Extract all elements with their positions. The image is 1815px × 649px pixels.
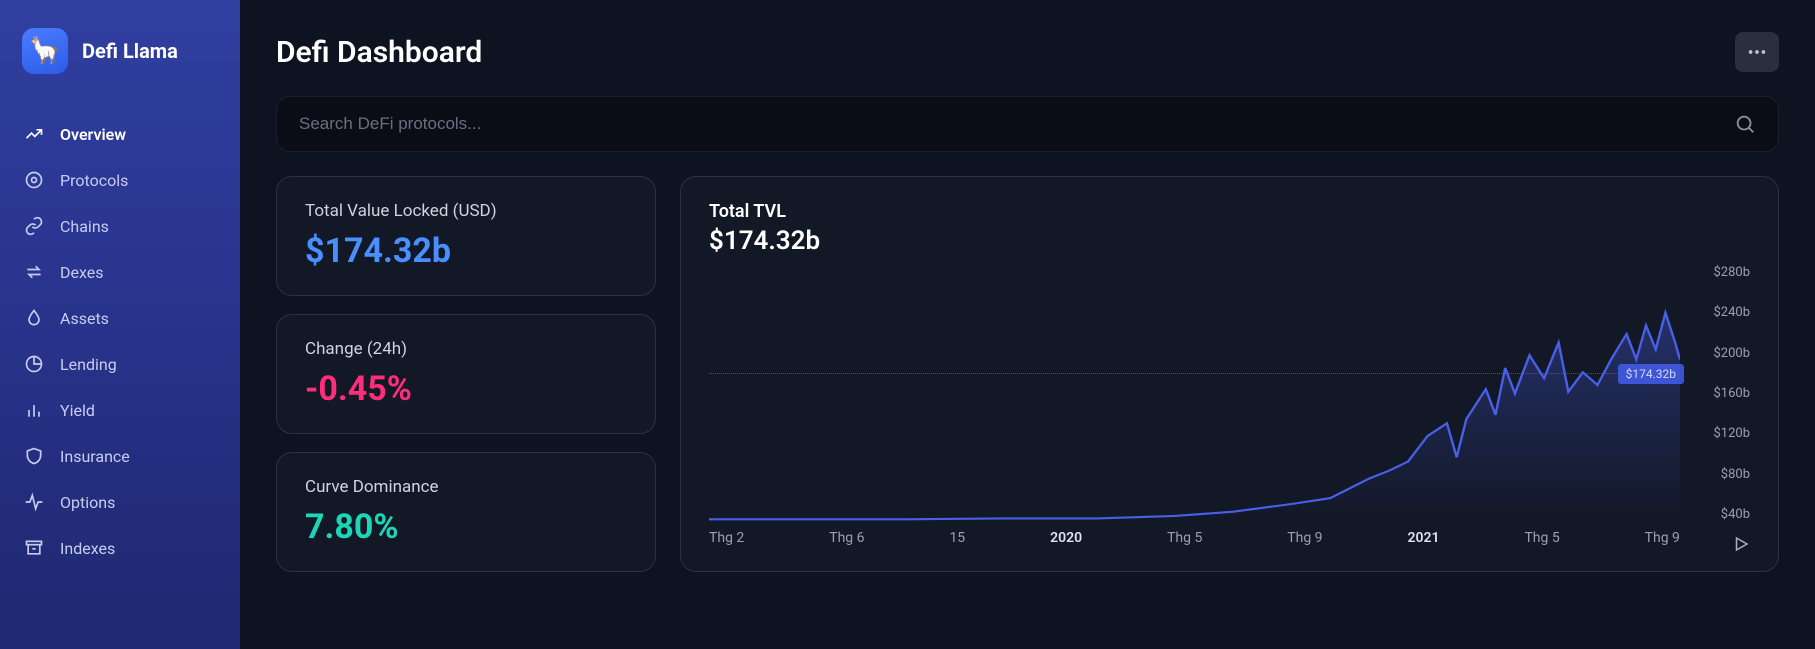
archive-icon	[24, 538, 44, 558]
drop-icon	[24, 308, 44, 328]
dominance-card: Curve Dominance 7.80%	[276, 452, 656, 572]
chart-value: $174.32b	[709, 226, 1750, 256]
y-tick: $80b	[1721, 468, 1750, 481]
brand-name: Defi Llama	[82, 39, 178, 63]
change-value: -0.45%	[305, 369, 627, 409]
nav-label: Options	[60, 493, 115, 512]
swap-icon	[24, 262, 44, 282]
y-tick: $120b	[1713, 427, 1750, 440]
main: Defi Dashboard Total Value Locked (USD) …	[240, 0, 1815, 649]
nav-label: Lending	[60, 355, 117, 374]
x-tick: Thg 2	[709, 530, 744, 546]
tvl-value: $174.32b	[305, 231, 627, 271]
nav-item-chains[interactable]: Chains	[10, 206, 230, 246]
dominance-value: 7.80%	[305, 507, 627, 547]
play-icon	[1732, 535, 1750, 553]
nav-item-overview[interactable]: Overview	[10, 114, 230, 154]
more-button[interactable]	[1735, 32, 1779, 72]
change-card: Change (24h) -0.45%	[276, 314, 656, 434]
x-tick: Thg 9	[1645, 530, 1680, 546]
change-label: Change (24h)	[305, 339, 627, 359]
y-tick: $240b	[1713, 306, 1750, 319]
nav: Overview Protocols Chains Dexes Assets L…	[0, 114, 240, 568]
trending-up-icon	[24, 124, 44, 144]
x-tick: Thg 9	[1287, 530, 1322, 546]
chart-card: Total TVL $174.32b $280b $240b $200b $16…	[680, 176, 1779, 572]
nav-label: Indexes	[60, 539, 115, 558]
chart-body: $280b $240b $200b $160b $120b $80b $40b …	[709, 266, 1750, 551]
tvl-line-svg	[709, 266, 1680, 521]
y-tick: $280b	[1713, 266, 1750, 279]
nav-label: Dexes	[60, 263, 104, 282]
link-icon	[24, 216, 44, 236]
more-horizontal-icon	[1746, 41, 1768, 63]
x-tick: 2021	[1408, 530, 1440, 546]
nav-item-assets[interactable]: Assets	[10, 298, 230, 338]
nav-item-options[interactable]: Options	[10, 482, 230, 522]
header: Defi Dashboard	[276, 32, 1779, 72]
brand: 🦙 Defi Llama	[0, 28, 240, 114]
nav-item-lending[interactable]: Lending	[10, 344, 230, 384]
search-icon	[1734, 113, 1756, 135]
tvl-label: Total Value Locked (USD)	[305, 201, 627, 221]
content: Total Value Locked (USD) $174.32b Change…	[276, 176, 1779, 572]
chart-plot[interactable]	[709, 266, 1680, 521]
nav-label: Yield	[60, 401, 95, 420]
shield-icon	[24, 446, 44, 466]
x-tick: 15	[949, 530, 965, 546]
nav-label: Insurance	[60, 447, 130, 466]
x-tick: Thg 6	[829, 530, 864, 546]
nav-label: Assets	[60, 309, 109, 328]
activity-icon	[24, 492, 44, 512]
brand-logo-icon: 🦙	[22, 28, 68, 74]
stats-column: Total Value Locked (USD) $174.32b Change…	[276, 176, 656, 572]
nav-item-dexes[interactable]: Dexes	[10, 252, 230, 292]
nav-label: Protocols	[60, 171, 128, 190]
pie-icon	[24, 354, 44, 374]
y-tick: $200b	[1713, 347, 1750, 360]
y-tick: $160b	[1713, 387, 1750, 400]
x-tick: 2020	[1050, 530, 1082, 546]
page-title: Defi Dashboard	[276, 35, 482, 70]
chart-title: Total TVL	[709, 201, 1750, 222]
tvl-card: Total Value Locked (USD) $174.32b	[276, 176, 656, 296]
x-tick: Thg 5	[1524, 530, 1559, 546]
play-button[interactable]	[1732, 535, 1750, 553]
y-axis-ticks: $280b $240b $200b $160b $120b $80b $40b	[1686, 266, 1750, 521]
x-axis-ticks: Thg 2 Thg 6 15 2020 Thg 5 Thg 9 2021 Thg…	[709, 525, 1680, 551]
nav-item-protocols[interactable]: Protocols	[10, 160, 230, 200]
x-tick: Thg 5	[1167, 530, 1202, 546]
nav-item-insurance[interactable]: Insurance	[10, 436, 230, 476]
nav-label: Overview	[60, 125, 126, 144]
target-icon	[24, 170, 44, 190]
search-input[interactable]	[299, 114, 1734, 134]
search-bar[interactable]	[276, 96, 1779, 152]
nav-label: Chains	[60, 217, 109, 236]
sidebar: 🦙 Defi Llama Overview Protocols Chains D…	[0, 0, 240, 649]
nav-item-yield[interactable]: Yield	[10, 390, 230, 430]
bars-icon	[24, 400, 44, 420]
nav-item-indexes[interactable]: Indexes	[10, 528, 230, 568]
y-tick: $40b	[1721, 508, 1750, 521]
dominance-label: Curve Dominance	[305, 477, 627, 497]
